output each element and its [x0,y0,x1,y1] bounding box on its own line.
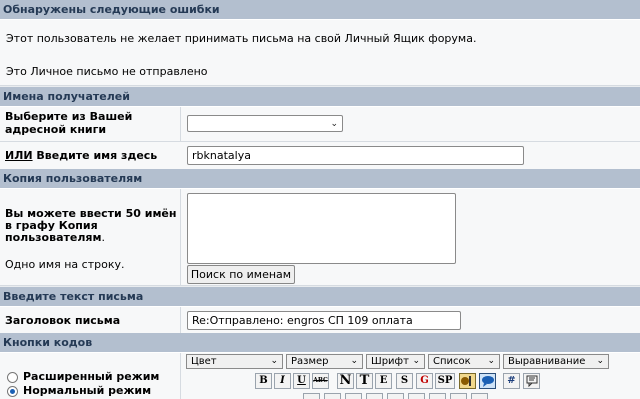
n-button[interactable]: N [337,373,354,389]
cc-info-text: Вы можете ввести 50 имён в графу Копия п… [5,207,177,244]
strike-button[interactable]: ABC [312,373,329,389]
toolbar-button-partial[interactable] [471,393,488,399]
normal-mode-label: Нормальный режим [23,384,152,397]
cc-info-period: . [101,231,105,244]
align-dropdown-label: Выравнивание [508,356,586,367]
color-dropdown[interactable]: Цвет ⌄ [186,354,283,369]
chevron-down-icon: ⌄ [412,356,420,366]
bold-button[interactable]: B [255,373,272,389]
toolbar-button-partial[interactable] [366,393,383,399]
flash-icon-graphic [461,376,471,386]
e-button[interactable]: E [375,373,392,389]
enter-name-label: Введите имя здесь [32,149,158,162]
underline-button[interactable]: U [293,373,310,389]
extended-mode-label: Расширенный режим [23,370,160,383]
column-divider [180,307,181,333]
g-button[interactable]: G [416,373,433,389]
chevron-down-icon: ⌄ [596,356,604,366]
toolbar-button-partial[interactable] [387,393,404,399]
size-dropdown[interactable]: Размер ⌄ [286,354,363,369]
comment-icon-graphic [526,375,537,388]
cc-info: Вы можете ввести 50 имён в графу Копия п… [5,208,177,244]
toolbar-button-partial[interactable] [345,393,362,399]
or-label: ИЛИ [5,149,33,162]
quote-icon[interactable] [479,373,496,389]
cc-textarea[interactable] [187,193,456,264]
list-dropdown[interactable]: Список ⌄ [428,354,500,369]
addressbook-select[interactable]: ⌄ [187,115,343,132]
hash-button[interactable]: # [503,373,520,389]
flash-icon[interactable] [459,373,476,389]
column-divider [180,353,181,399]
subject-input[interactable]: Re:Отправлено: engros СП 109 оплата [187,311,461,330]
extended-mode-radio[interactable] [7,372,18,383]
normal-mode-radio[interactable] [7,386,18,397]
codes-header: Кнопки кодов [0,333,640,353]
size-dropdown-label: Размер [291,356,329,367]
toolbar-button-partial[interactable] [450,393,467,399]
toolbar-button-partial[interactable] [429,393,446,399]
quote-icon-graphic [482,376,494,387]
chevron-down-icon: ⌄ [350,356,358,366]
subject-label: Заголовок письма [5,314,121,327]
toolbar-button-partial[interactable] [408,393,425,399]
chevron-down-icon: ⌄ [487,356,495,366]
error-message-2: Это Личное письмо не отправлено [6,65,208,78]
comment-icon[interactable] [523,373,540,389]
message-header: Введите текст письма [0,287,640,307]
italic-button[interactable]: I [274,373,291,389]
s-button[interactable]: S [396,373,413,389]
cc-per-line: Одно имя на строку. [5,258,125,271]
cc-header: Копия пользователям [0,169,640,189]
list-dropdown-label: Список [433,356,471,367]
chevron-down-icon: ⌄ [330,119,338,129]
color-dropdown-label: Цвет [191,356,217,367]
addressbook-label: Выберите из Вашей адресной книги [5,110,133,136]
recipient-name-input[interactable]: rbknatalya [187,146,524,165]
align-dropdown[interactable]: Выравнивание ⌄ [503,354,609,369]
t-button[interactable]: T [356,373,373,389]
sp-button[interactable]: SP [435,373,455,389]
column-divider [180,189,181,285]
chevron-down-icon: ⌄ [270,356,278,366]
recipients-header: Имена получателей [0,87,640,107]
font-dropdown-label: Шрифт [371,356,409,367]
font-dropdown[interactable]: Шрифт ⌄ [366,354,425,369]
toolbar-button-partial[interactable] [303,393,320,399]
search-names-button[interactable]: Поиск по именам [187,265,295,284]
errors-header: Обнаружены следующие ошибки [0,0,640,20]
name-label: ИЛИ Введите имя здесь [5,149,157,162]
error-message-1: Этот пользователь не желает принимать пи… [6,32,477,45]
toolbar-button-partial[interactable] [324,393,341,399]
page: Обнаружены следующие ошибки Этот пользов… [0,0,640,399]
